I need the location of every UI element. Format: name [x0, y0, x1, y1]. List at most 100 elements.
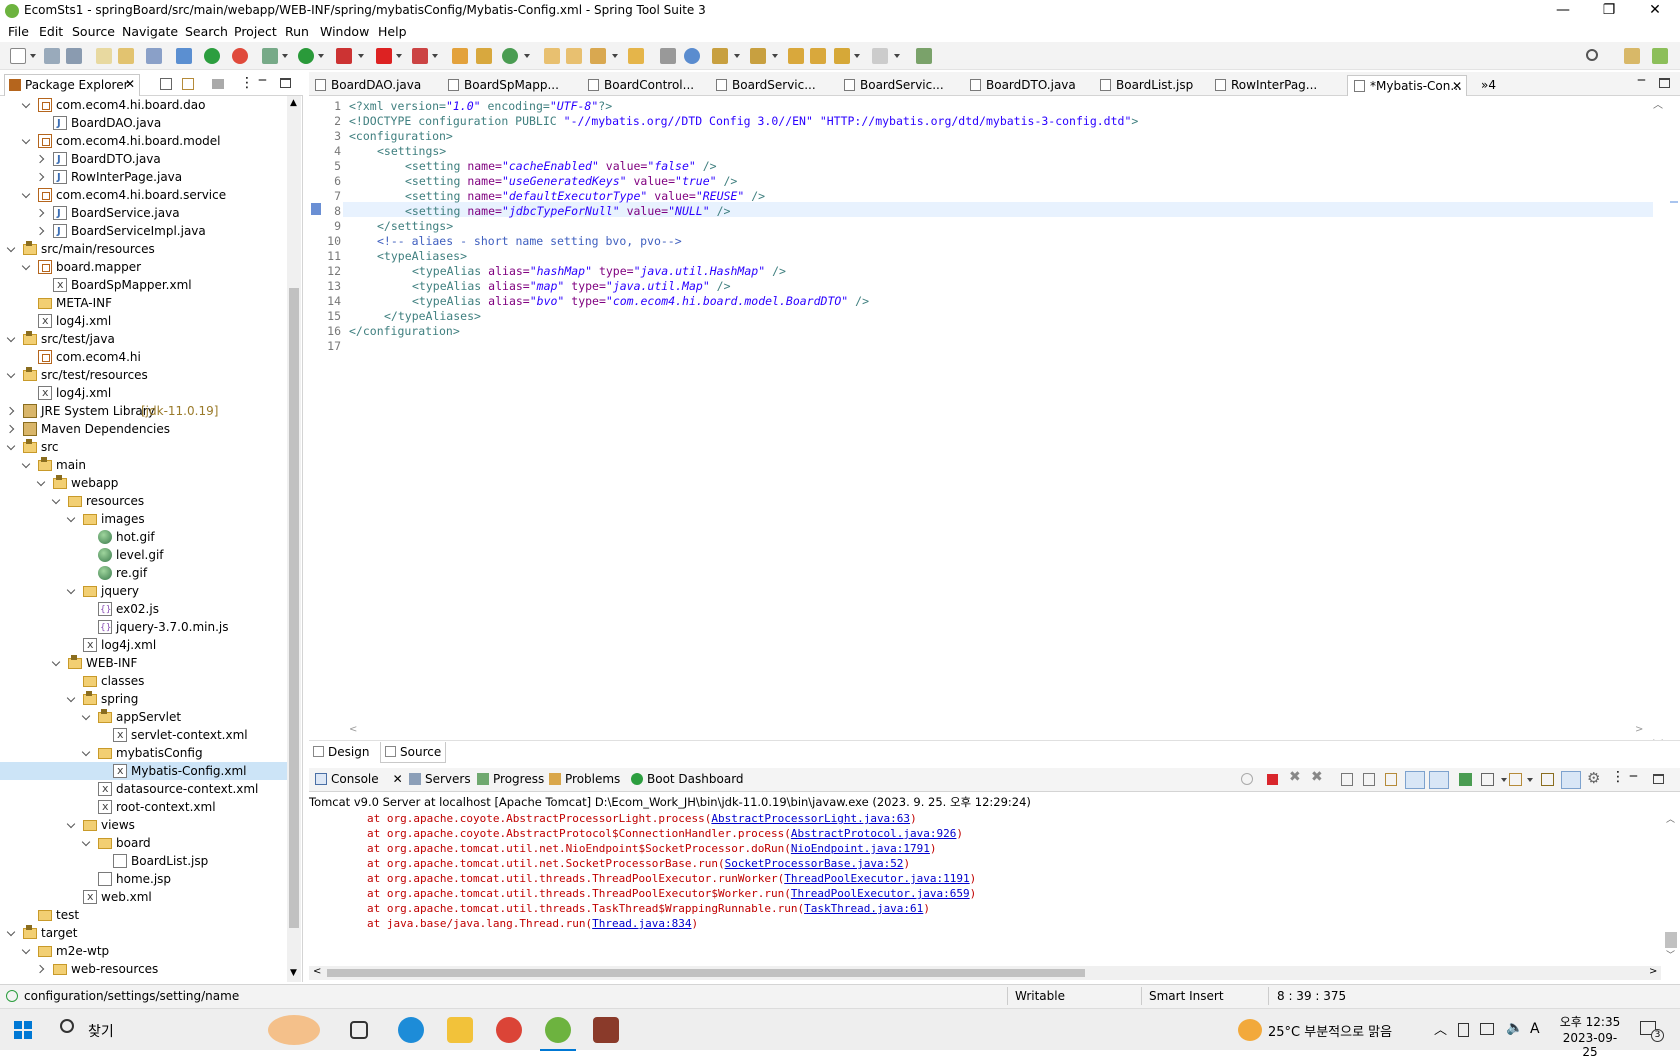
close-icon[interactable]: ✕ — [1452, 76, 1462, 96]
save-icon[interactable] — [44, 48, 60, 64]
editor-scroll-left-icon[interactable]: < — [349, 724, 357, 735]
tree-item[interactable]: WEB-INF — [0, 654, 287, 672]
tree-item[interactable]: com.ecom4.hi.board.model — [0, 132, 287, 150]
link-with-editor-icon[interactable] — [182, 78, 194, 90]
display-console-dropdown-icon[interactable] — [1501, 778, 1507, 782]
spring-tool-suite-icon[interactable] — [545, 1017, 571, 1043]
open-type-icon[interactable] — [96, 48, 112, 64]
search-icon[interactable] — [1586, 49, 1598, 61]
tree-item[interactable]: m2e-wtp — [0, 942, 287, 960]
tree-item[interactable]: webapp — [0, 474, 287, 492]
tree-item[interactable]: com.ecom4.hi — [0, 348, 287, 366]
gear-icon[interactable]: ⚙ — [1587, 769, 1600, 787]
terminate-icon[interactable] — [1267, 774, 1278, 785]
open-console-icon[interactable] — [1509, 773, 1522, 786]
editor-scroll-right-icon[interactable]: > — [1635, 724, 1643, 735]
console-icon[interactable] — [146, 48, 162, 64]
tree-item[interactable]: Mybatis-Config.xml — [0, 762, 287, 780]
tree-item[interactable]: log4j.xml — [0, 312, 287, 330]
show-stderr-icon[interactable] — [1429, 771, 1449, 789]
chevron-down-icon[interactable] — [82, 712, 92, 722]
chevron-down-icon[interactable] — [67, 514, 77, 524]
tree-item[interactable]: re.gif — [0, 564, 287, 582]
chevron-down-icon[interactable] — [52, 496, 62, 506]
search-icon[interactable] — [60, 1019, 74, 1033]
maximize-editor-icon[interactable] — [1659, 78, 1670, 88]
tree-item[interactable]: resources — [0, 492, 287, 510]
tree-item[interactable]: web.xml — [0, 888, 287, 906]
chevron-down-icon[interactable] — [67, 694, 77, 704]
tab-boot-dashboard[interactable]: Boot Dashboard — [631, 772, 744, 786]
tree-item[interactable]: web-resources — [0, 960, 287, 978]
clear-console-icon[interactable] — [1341, 773, 1353, 786]
tree-item[interactable]: com.ecom4.hi.board.dao — [0, 96, 287, 114]
tree-item[interactable]: appServlet — [0, 708, 287, 726]
console-scroll-up-icon[interactable]: ︿ — [1666, 812, 1675, 825]
chevron-down-icon[interactable] — [22, 136, 32, 146]
tree-item[interactable]: views — [0, 816, 287, 834]
menu-help[interactable]: Help — [378, 24, 407, 39]
menu-run[interactable]: Run — [285, 24, 309, 39]
stack-trace-link[interactable]: ThreadPoolExecutor.java:1191 — [784, 872, 969, 885]
tab-boardcontroller[interactable]: BoardControl... — [588, 75, 694, 96]
tree-item[interactable]: BoardSpMapper.xml — [0, 276, 287, 294]
tree-item[interactable]: target — [0, 924, 287, 942]
run-dropdown-icon[interactable] — [318, 54, 324, 58]
chevron-down-icon[interactable] — [7, 442, 17, 452]
tree-item[interactable]: BoardDTO.java — [0, 150, 287, 169]
chevron-right-icon[interactable] — [37, 208, 47, 218]
tab-progress[interactable]: Progress — [477, 772, 544, 786]
tree-item[interactable]: META-INF — [0, 294, 287, 312]
tree-item[interactable]: board — [0, 834, 287, 852]
minimize-view-icon[interactable]: ‒ — [258, 72, 267, 88]
debug-dropdown-icon[interactable] — [282, 54, 288, 58]
search-highlight-icon[interactable] — [268, 1015, 320, 1045]
tree-item[interactable]: images — [0, 510, 287, 528]
console-scroll-thumb[interactable] — [1665, 932, 1677, 948]
globe-icon[interactable] — [684, 48, 700, 64]
tree-item[interactable]: src/main/resources — [0, 240, 287, 258]
network-icon[interactable] — [1480, 1023, 1494, 1035]
maximize-button[interactable]: ❐ — [1586, 0, 1632, 22]
tab-rowinterpage[interactable]: RowInterPag... — [1215, 75, 1317, 96]
explorer-scrollbar[interactable]: ▲ ▼ — [287, 96, 301, 982]
explorer-scroll-thumb[interactable] — [289, 288, 299, 928]
close-button[interactable]: ✕ — [1632, 0, 1678, 22]
clock-date[interactable]: 2023-09-25 — [1556, 1031, 1624, 1059]
code-editor[interactable]: 1 2 3 4 5 6 7 8 9 10 11 12 13 14 15 16 1… — [309, 96, 1680, 756]
package-explorer-tab[interactable]: Package Explorer ✕ — [4, 74, 140, 96]
prev-annotation-dropdown-icon[interactable] — [772, 54, 778, 58]
tab-console[interactable]: Console ✕ — [315, 772, 403, 786]
new-class-dropdown-icon[interactable] — [524, 54, 530, 58]
menu-navigate[interactable]: Navigate — [122, 24, 178, 39]
scroll-down-icon[interactable]: ▼ — [290, 968, 297, 978]
show-stdout-icon[interactable] — [1405, 771, 1425, 789]
open-perspective-icon[interactable] — [1624, 48, 1640, 64]
relaunch-icon[interactable] — [232, 48, 248, 64]
tree-item[interactable]: com.ecom4.hi.board.service — [0, 186, 287, 204]
chevron-right-icon[interactable] — [37, 964, 47, 974]
word-wrap-icon[interactable] — [1385, 773, 1397, 786]
new-icon[interactable] — [10, 48, 26, 64]
tree-item[interactable]: main — [0, 456, 287, 474]
back-dropdown-icon[interactable] — [854, 54, 860, 58]
view-menu-icon[interactable]: ⋮ — [240, 75, 254, 91]
taskbar-search-box[interactable]: 찾기 — [88, 1021, 114, 1041]
chevron-down-icon[interactable] — [22, 262, 32, 272]
chevron-down-icon[interactable] — [82, 838, 92, 848]
chevron-down-icon[interactable] — [7, 334, 17, 344]
new-class-icon[interactable] — [502, 48, 518, 64]
tree-item[interactable]: src — [0, 438, 287, 456]
tab-boarddao[interactable]: BoardDAO.java — [315, 75, 421, 96]
chevron-down-icon[interactable] — [22, 190, 32, 200]
save-all-icon[interactable] — [66, 48, 82, 64]
tab-boarddto[interactable]: BoardDTO.java — [970, 75, 1076, 96]
tab-boardserviceimpl[interactable]: BoardServic... — [844, 75, 944, 96]
display-console-icon[interactable] — [1481, 773, 1494, 786]
tree-item[interactable]: JRE System Library [jdk-11.0.19] — [0, 402, 287, 420]
pin-console-icon[interactable] — [1459, 773, 1472, 786]
collapse-all-icon[interactable] — [160, 78, 172, 90]
maximize-view-icon[interactable] — [280, 78, 291, 88]
minimize-editor-icon[interactable]: ‒ — [1637, 72, 1646, 88]
tree-item[interactable]: hot.gif — [0, 528, 287, 546]
